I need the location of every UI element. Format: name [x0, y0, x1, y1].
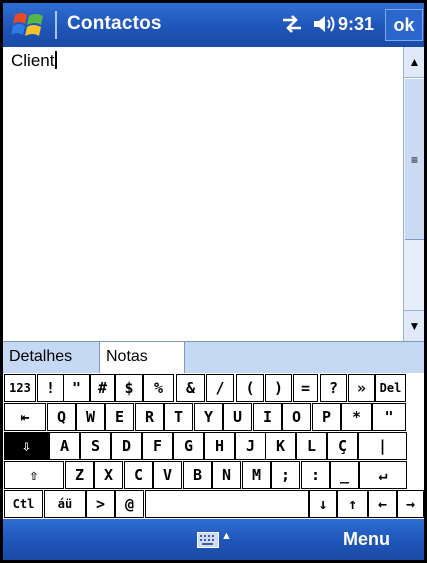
key-?[interactable]: ? [320, 374, 347, 402]
key-delete[interactable]: Del [375, 374, 406, 402]
title-separator [55, 11, 57, 39]
connectivity-icon[interactable] [280, 13, 304, 35]
key-shift[interactable]: ⇧ [4, 461, 64, 489]
key-ctrl[interactable]: Ctl [4, 490, 43, 518]
key-|[interactable]: | [358, 432, 407, 460]
key-L[interactable]: L [296, 432, 327, 460]
key->[interactable]: > [86, 490, 115, 518]
key-arrow-left[interactable]: ← [368, 490, 397, 518]
input-selector-arrow[interactable]: ▲ [221, 530, 232, 542]
key-"[interactable]: " [372, 403, 406, 431]
key-$[interactable]: $ [115, 374, 143, 402]
note-area[interactable]: Client [3, 47, 403, 341]
key-;[interactable]: ; [271, 461, 300, 489]
key-S[interactable]: S [80, 432, 111, 460]
key-C[interactable]: C [124, 461, 153, 489]
text-caret [55, 51, 58, 69]
title-bar: Contactos 9:31 ok [3, 3, 424, 47]
key-&[interactable]: & [176, 374, 205, 402]
vertical-scrollbar[interactable]: ▲ ≡ ▼ [403, 47, 424, 341]
key-arrow-right[interactable]: → [397, 490, 424, 518]
ok-button[interactable]: ok [385, 9, 423, 41]
key-Z[interactable]: Z [65, 461, 94, 489]
key-U[interactable]: U [223, 403, 252, 431]
key-*[interactable]: * [341, 403, 372, 431]
scroll-up-button[interactable]: ▲ [404, 47, 424, 78]
note-text[interactable]: Client [11, 51, 58, 71]
key-![interactable]: ! [37, 374, 64, 402]
key-F[interactable]: F [142, 432, 173, 460]
key-Q[interactable]: Q [47, 403, 76, 431]
key-caps[interactable]: ⇩ [4, 432, 49, 460]
key-)[interactable]: ) [265, 374, 292, 402]
key-accents[interactable]: áü [44, 490, 86, 518]
key-Ç[interactable]: Ç [327, 432, 358, 460]
key-enter[interactable]: ↵ [359, 461, 407, 489]
key-W[interactable]: W [76, 403, 105, 431]
key-J[interactable]: J [235, 432, 266, 460]
key-arrow-down[interactable]: ↓ [309, 490, 337, 518]
key-@[interactable]: @ [115, 490, 144, 518]
tab-detalhes[interactable]: Detalhes [3, 342, 105, 372]
key-V[interactable]: V [153, 461, 182, 489]
key-%[interactable]: % [143, 374, 174, 402]
key-T[interactable]: T [164, 403, 193, 431]
key-I[interactable]: I [253, 403, 282, 431]
key-H[interactable]: H [204, 432, 235, 460]
key-P[interactable]: P [312, 403, 341, 431]
app-title: Contactos [67, 13, 162, 34]
device-screen: Contactos 9:31 ok Client ▲ ≡ ▼ Detalhes … [0, 0, 427, 563]
key-/[interactable]: / [206, 374, 234, 402]
windows-flag-icon[interactable] [11, 9, 47, 41]
key-R[interactable]: R [135, 403, 164, 431]
key-:[interactable]: : [301, 461, 330, 489]
key-G[interactable]: G [173, 432, 204, 460]
scroll-thumb[interactable]: ≡ [405, 78, 424, 240]
key-space[interactable] [145, 490, 309, 518]
key-N[interactable]: N [212, 461, 241, 489]
key-B[interactable]: B [183, 461, 212, 489]
key-X[interactable]: X [94, 461, 123, 489]
key-([interactable]: ( [236, 374, 264, 402]
menu-button[interactable]: Menu [343, 529, 390, 550]
key-M[interactable]: M [242, 461, 271, 489]
key-K[interactable]: K [265, 432, 296, 460]
menu-bar: ▲ Menu [3, 519, 424, 560]
volume-icon[interactable] [311, 13, 337, 35]
tab-notas[interactable]: Notas [99, 342, 185, 373]
key-"[interactable]: " [63, 374, 90, 402]
key-Y[interactable]: Y [194, 403, 223, 431]
key-A[interactable]: A [49, 432, 80, 460]
tab-bar: Detalhes Notas [3, 341, 424, 373]
clock[interactable]: 9:31 [338, 14, 374, 35]
key-_[interactable]: _ [330, 461, 359, 489]
key-D[interactable]: D [111, 432, 142, 460]
keyboard-icon[interactable] [197, 532, 219, 548]
key-123[interactable]: 123 [4, 374, 36, 402]
key-#[interactable]: # [90, 374, 115, 402]
grip-icon: ≡ [410, 153, 418, 167]
key-E[interactable]: E [105, 403, 134, 431]
scroll-down-button[interactable]: ▼ [404, 310, 424, 341]
key-=[interactable]: = [293, 374, 318, 402]
key-arrow-up[interactable]: ↑ [337, 490, 368, 518]
key-»[interactable]: » [348, 374, 375, 402]
key-O[interactable]: O [282, 403, 311, 431]
soft-keyboard: 123! " # $% & /() =?» Del ⇤ Q W E R T Y U I O P * " ⇩ A S D F G H J K… [3, 373, 424, 518]
key-tab[interactable]: ⇤ [4, 403, 46, 431]
